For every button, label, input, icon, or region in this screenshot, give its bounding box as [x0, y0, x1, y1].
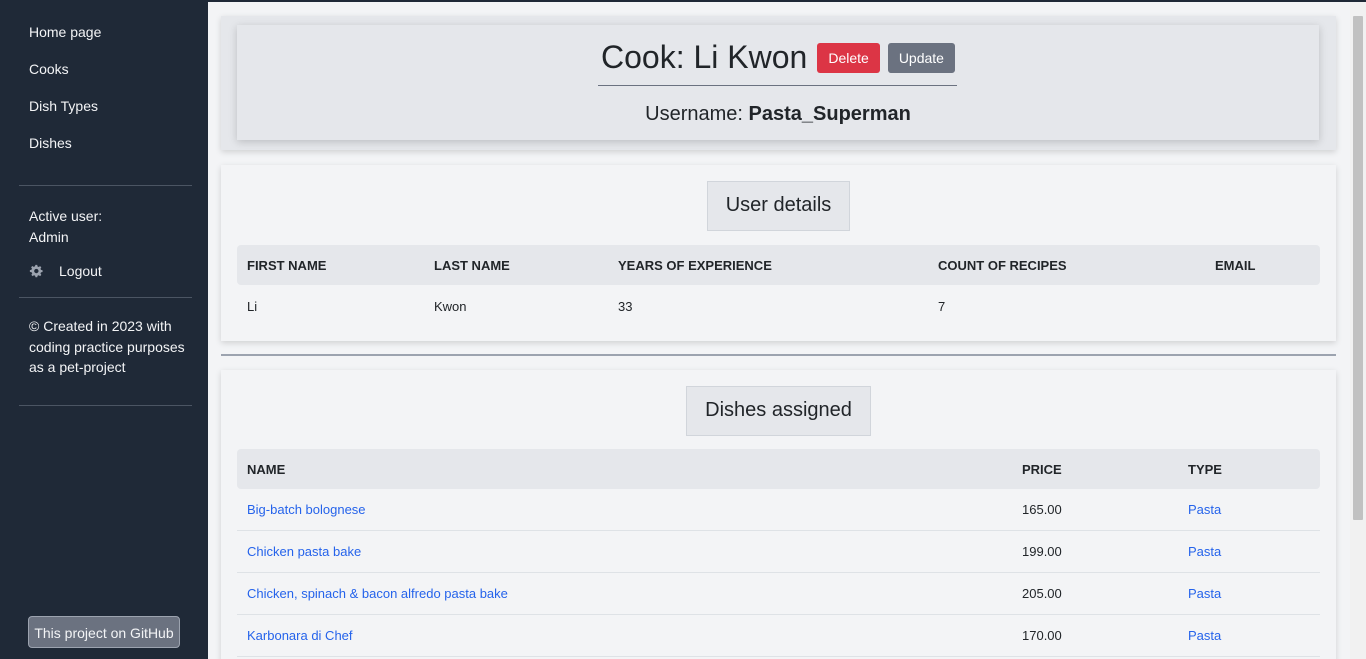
dishes-title: Dishes assigned	[686, 386, 871, 436]
sidebar-item-home[interactable]: Home page	[0, 22, 208, 59]
table-row: Karbonara di Chef 170.00 Pasta	[237, 615, 1320, 657]
footer-note: © Created in 2023 with coding practice p…	[29, 318, 185, 375]
dishes-table: NAME PRICE TYPE Big-batch bolognese 165.…	[237, 449, 1320, 657]
first-name-cell: Li	[247, 298, 258, 314]
column-header: COUNT OF RECIPES	[938, 257, 1067, 273]
column-header: LAST NAME	[434, 257, 510, 273]
user-details-card: User details FIRST NAME LAST NAME YEARS …	[221, 165, 1336, 341]
section-divider	[221, 354, 1336, 356]
sidebar-nav: Home page Cooks Dish Types Dishes	[0, 2, 208, 170]
column-header: PRICE	[1022, 461, 1062, 477]
sidebar-item-label: Dish Types	[29, 98, 98, 114]
table-row: Chicken, spinach & bacon alfredo pasta b…	[237, 573, 1320, 615]
dishes-card: Dishes assigned NAME PRICE TYPE Big-batc…	[221, 370, 1336, 659]
username-value: Pasta_Superman	[748, 103, 911, 125]
last-name-cell: Kwon	[434, 298, 467, 314]
active-user-block: Active user: Admin Logout	[0, 186, 208, 297]
column-header: EMAIL	[1215, 257, 1256, 273]
delete-button[interactable]: Delete	[817, 42, 880, 73]
dish-type-link[interactable]: Pasta	[1188, 502, 1221, 517]
price-cell: 170.00	[1022, 628, 1062, 643]
update-button[interactable]: Update	[887, 42, 955, 73]
sidebar-item-dish-types[interactable]: Dish Types	[0, 96, 208, 133]
user-details-table: FIRST NAME LAST NAME YEARS OF EXPERIENCE…	[237, 245, 1320, 327]
sidebar-divider	[19, 405, 192, 406]
sidebar-item-label: Cooks	[29, 61, 69, 77]
active-user-name: Admin	[29, 229, 69, 245]
sidebar-item-label: Home page	[29, 24, 102, 40]
recipes-count-cell: 7	[938, 298, 946, 314]
table-row: Li Kwon 33 7	[237, 285, 1320, 327]
sidebar-item-dishes[interactable]: Dishes	[0, 133, 208, 170]
column-header: NAME	[247, 461, 286, 477]
table-row: Chicken pasta bake 199.00 Pasta	[237, 531, 1320, 573]
page-title: Cook: Li Kwon	[601, 39, 808, 75]
dish-link[interactable]: Chicken, spinach & bacon alfredo pasta b…	[247, 586, 508, 601]
column-header: TYPE	[1188, 461, 1222, 477]
sidebar-item-label: Dishes	[29, 135, 72, 151]
dish-type-link[interactable]: Pasta	[1188, 544, 1221, 559]
table-row: Big-batch bolognese 165.00 Pasta	[237, 489, 1320, 531]
username-label: Username:	[645, 103, 743, 125]
price-cell: 205.00	[1022, 586, 1062, 601]
title-divider	[598, 85, 957, 86]
main-content: Cook: Li Kwon Delete Update Username: Pa…	[208, 2, 1350, 659]
logout-link[interactable]: Logout	[29, 261, 179, 282]
cook-title-row: Cook: Li Kwon Delete Update	[237, 39, 1319, 76]
user-details-title: User details	[707, 181, 850, 231]
vertical-scrollbar[interactable]	[1350, 2, 1366, 659]
sidebar-item-cooks[interactable]: Cooks	[0, 59, 208, 96]
dish-link[interactable]: Karbonara di Chef	[247, 628, 353, 643]
cook-header: Cook: Li Kwon Delete Update Username: Pa…	[237, 25, 1319, 140]
column-header: FIRST NAME	[247, 257, 327, 273]
years-experience-cell: 33	[618, 298, 633, 314]
column-header: YEARS OF EXPERIENCE	[618, 257, 772, 273]
scrollbar-thumb[interactable]	[1353, 16, 1363, 520]
cook-header-card: Cook: Li Kwon Delete Update Username: Pa…	[221, 16, 1336, 150]
logout-label: Logout	[59, 263, 102, 279]
active-user-label: Active user:	[29, 208, 103, 224]
table-header: NAME PRICE TYPE	[237, 449, 1320, 489]
price-cell: 165.00	[1022, 502, 1062, 517]
gear-icon	[29, 264, 45, 280]
username-line: Username: Pasta_Superman	[237, 103, 1319, 126]
dish-link[interactable]: Chicken pasta bake	[247, 544, 361, 559]
github-button[interactable]: This project on GitHub	[28, 616, 180, 648]
sidebar: Home page Cooks Dish Types Dishes Active…	[0, 2, 208, 659]
dish-type-link[interactable]: Pasta	[1188, 586, 1221, 601]
dish-type-link[interactable]: Pasta	[1188, 628, 1221, 643]
dish-link[interactable]: Big-batch bolognese	[247, 502, 366, 517]
price-cell: 199.00	[1022, 544, 1062, 559]
table-header: FIRST NAME LAST NAME YEARS OF EXPERIENCE…	[237, 245, 1320, 285]
